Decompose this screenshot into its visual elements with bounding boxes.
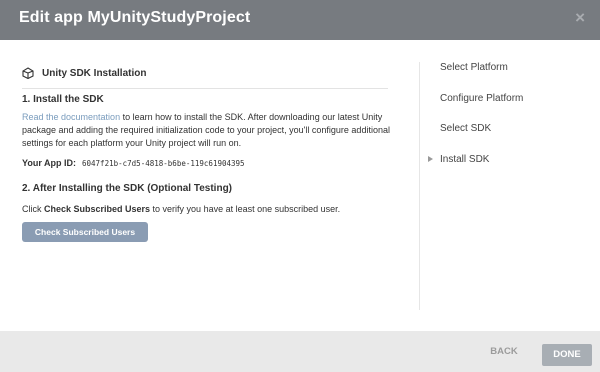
check-subscribed-users-button[interactable]: Check Subscribed Users <box>22 222 148 242</box>
section-title: Unity SDK Installation <box>42 67 147 79</box>
back-button[interactable]: BACK <box>483 344 525 360</box>
dialog-body: Unity SDK Installation 1. Install the SD… <box>0 40 600 331</box>
step-select-platform[interactable]: Select Platform <box>440 62 508 73</box>
section-header: Unity SDK Installation <box>22 65 146 81</box>
documentation-link[interactable]: Read the documentation <box>22 112 120 122</box>
app-id-label: Your App ID: <box>22 158 76 168</box>
app-id-value: 6047f21b-c7d5-4818-b6be-119c61904395 <box>82 159 245 168</box>
step-configure-platform[interactable]: Configure Platform <box>440 93 523 104</box>
sidebar-divider <box>419 62 420 310</box>
optional-testing-heading: 2. After Installing the SDK (Optional Te… <box>22 183 233 194</box>
install-sdk-heading: 1. Install the SDK <box>22 94 104 105</box>
main-content: Unity SDK Installation 1. Install the SD… <box>22 40 397 331</box>
app-id-row: Your App ID: 6047f21b-c7d5-4818-b6be-119c… <box>22 158 245 168</box>
unity-icon <box>22 67 34 79</box>
dialog-footer: BACK DONE <box>0 331 600 372</box>
section-divider <box>22 88 388 89</box>
install-instructions: Read the documentation to learn how to i… <box>22 111 392 150</box>
step-install-sdk[interactable]: Install SDK <box>440 154 489 165</box>
step-select-sdk[interactable]: Select SDK <box>440 123 491 134</box>
dialog-title: Edit app MyUnityStudyProject <box>19 9 251 26</box>
dialog-header: Edit app MyUnityStudyProject × <box>0 0 600 40</box>
done-button[interactable]: DONE <box>542 344 592 366</box>
testing-instructions: Click Check Subscribed Users to verify y… <box>22 204 341 214</box>
check-users-emphasis: Check Subscribed Users <box>44 204 151 214</box>
current-step-arrow-icon <box>428 156 433 162</box>
close-icon[interactable]: × <box>575 9 585 27</box>
